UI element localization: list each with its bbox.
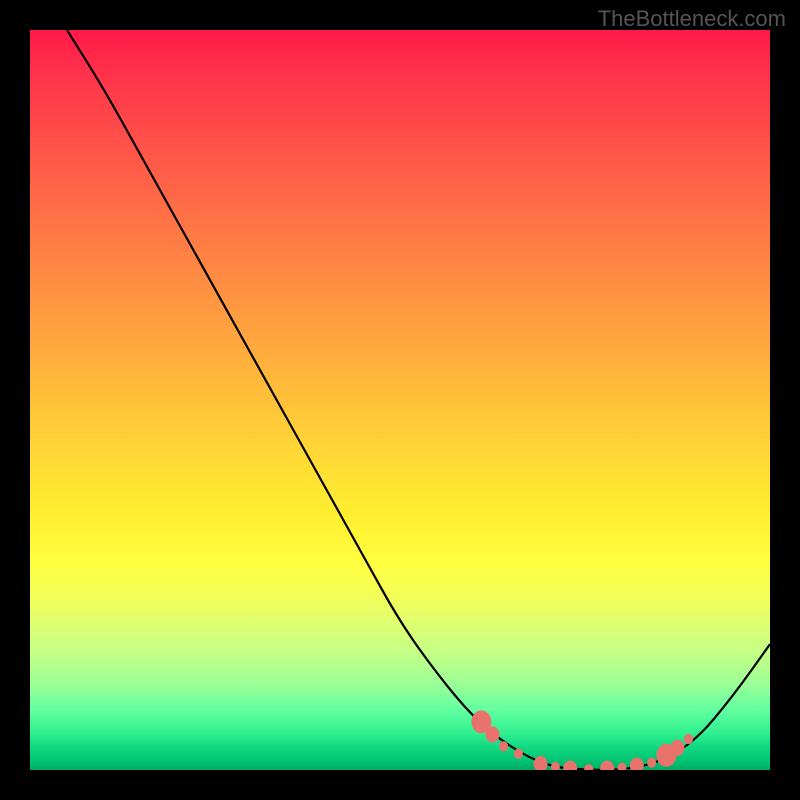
curve-marker (499, 741, 508, 751)
curve-marker (647, 757, 656, 767)
attribution-text: TheBottleneck.com (598, 6, 786, 32)
curve-markers (471, 710, 693, 770)
curve-marker (600, 760, 614, 770)
curve-marker (618, 763, 627, 770)
curve-marker (551, 762, 560, 770)
curve-marker (514, 749, 523, 759)
bottleneck-curve (67, 30, 770, 770)
curve-marker (630, 758, 644, 770)
chart-plot-area (30, 30, 770, 770)
chart-svg (30, 30, 770, 770)
curve-marker (684, 734, 693, 744)
curve-marker (534, 756, 548, 770)
curve-marker (563, 760, 577, 770)
curve-marker (584, 764, 593, 770)
curve-marker (486, 726, 500, 742)
curve-marker (671, 740, 685, 756)
